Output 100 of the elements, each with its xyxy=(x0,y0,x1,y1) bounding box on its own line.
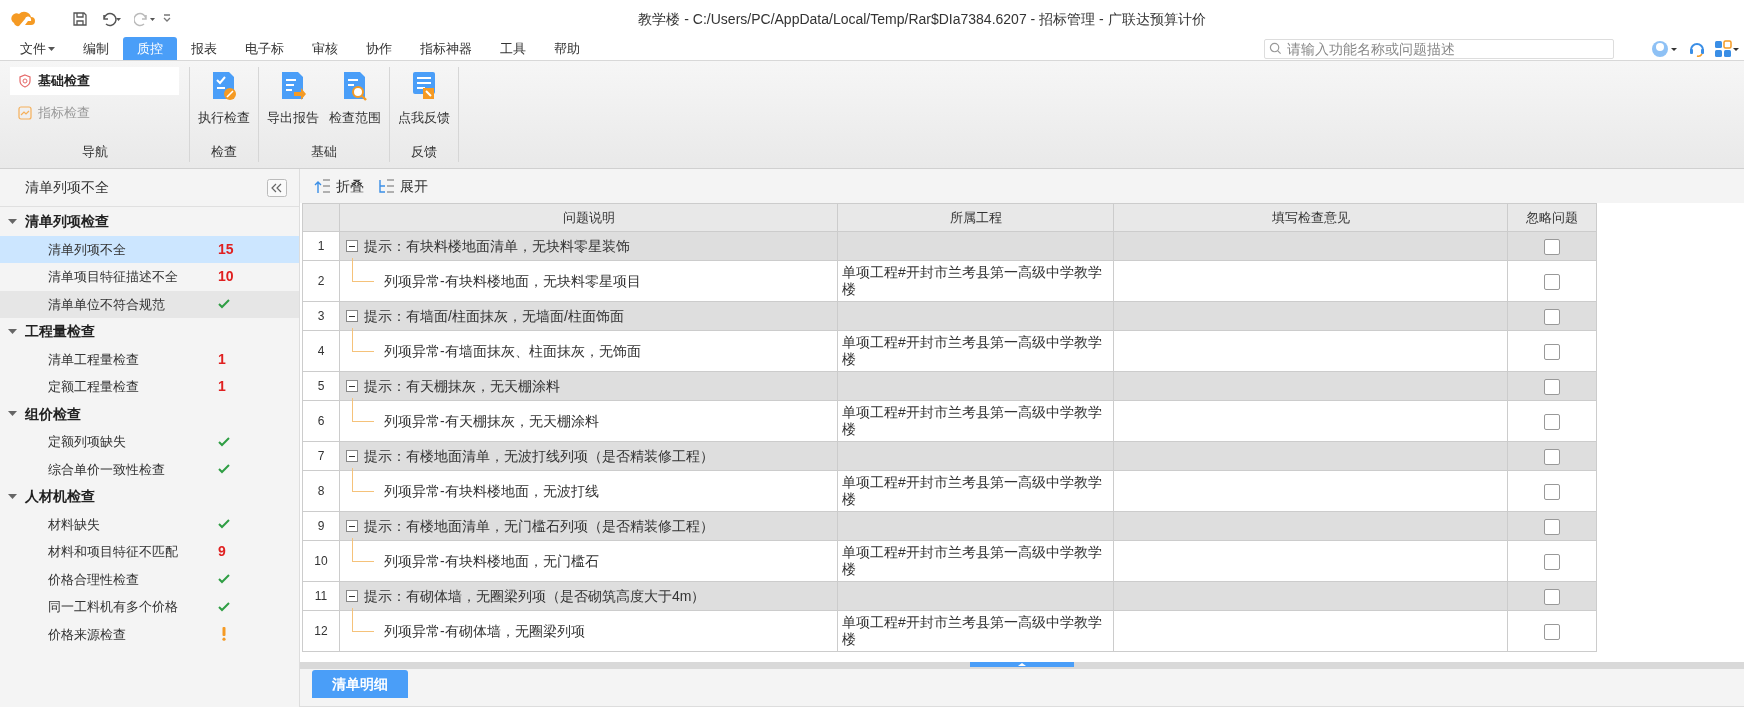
row-text: 提示：有块料楼地面清单，无块料零星装饰 xyxy=(364,236,630,256)
row-text: 列项异常-有天棚抹灰，无天棚涂料 xyxy=(384,411,599,431)
undo-icon[interactable] xyxy=(100,11,122,27)
checkmark-icon xyxy=(218,436,230,447)
tree-item[interactable]: 定额工程量检查 1 xyxy=(0,373,299,401)
search-field[interactable]: 请输入功能名称或问题描述 xyxy=(1264,39,1614,59)
ignore-checkbox[interactable] xyxy=(1544,588,1560,605)
menu-tab[interactable]: 审核 xyxy=(298,37,352,60)
expand-toggle-icon[interactable] xyxy=(346,520,358,532)
group-label: 检查 xyxy=(210,143,238,161)
tree-item[interactable]: 综合单价一致性检查 xyxy=(0,455,299,483)
support-headset-icon[interactable] xyxy=(1688,40,1706,58)
checkmark-icon xyxy=(218,601,230,612)
ignore-checkbox[interactable] xyxy=(1544,623,1560,640)
row-number: 11 xyxy=(302,581,340,611)
row-text: 提示：有墙面/柱面抹灰，无墙面/柱面饰面 xyxy=(364,306,624,326)
redo-icon[interactable] xyxy=(134,11,156,27)
menu-tab[interactable]: 文件 xyxy=(6,37,69,60)
checklist-document-icon xyxy=(210,70,238,102)
table-cell: 单项工程#开封市兰考县第一高级中学教学楼 xyxy=(842,264,1102,297)
group-label: 导航 xyxy=(80,143,109,161)
expand-toggle-icon[interactable] xyxy=(346,590,358,602)
ribbon-button[interactable]: 点我反馈 xyxy=(394,67,454,128)
shield-icon xyxy=(18,74,32,88)
nav-item[interactable]: 基础检查 xyxy=(10,67,179,95)
checkmark-icon xyxy=(218,574,230,585)
tree-item[interactable]: 材料和项目特征不匹配 9 xyxy=(0,538,299,566)
ignore-checkbox[interactable] xyxy=(1544,273,1560,290)
item-label: 价格合理性检查 xyxy=(48,570,140,589)
expand-rows-icon xyxy=(378,178,395,194)
row-text: 列项异常-有块料楼地面，无波打线 xyxy=(384,481,599,501)
checkmark-icon xyxy=(218,519,230,530)
table-cell: 单项工程#开封市兰考县第一高级中学教学楼 xyxy=(842,614,1102,647)
item-label: 清单项目特征描述不全 xyxy=(48,268,179,286)
splitter-handle-icon[interactable] xyxy=(970,662,1074,667)
menu-tab[interactable]: 指标神器 xyxy=(406,37,486,60)
item-label: 综合单价一致性检查 xyxy=(48,460,166,479)
tree-section[interactable]: 工程量检查 xyxy=(0,318,299,346)
app-logo-icon xyxy=(10,9,36,29)
column-header: 问题说明 xyxy=(339,203,838,232)
save-icon[interactable] xyxy=(72,11,88,27)
tree-item[interactable]: 同一工料机有多个价格 xyxy=(0,593,299,621)
expand-toggle-icon[interactable] xyxy=(346,450,358,462)
row-number: 9 xyxy=(302,511,340,541)
menu-tab[interactable]: 协作 xyxy=(352,37,406,60)
ribbon-button[interactable]: 检查范围 xyxy=(325,67,385,128)
ignore-checkbox[interactable] xyxy=(1544,518,1560,535)
ignore-checkbox[interactable] xyxy=(1544,413,1560,430)
tree-item[interactable]: 价格合理性检查 xyxy=(0,565,299,593)
caret-down-icon[interactable] xyxy=(8,328,17,335)
ignore-checkbox[interactable] xyxy=(1544,378,1560,395)
tree-section[interactable]: 组价检查 xyxy=(0,400,299,428)
expand-toggle-icon[interactable] xyxy=(346,310,358,322)
tree-item[interactable]: 清单工程量检查 1 xyxy=(0,345,299,373)
row-number: 7 xyxy=(302,441,340,471)
tree-line xyxy=(352,258,374,282)
menu-tab[interactable]: 电子标 xyxy=(231,37,298,60)
tree-line xyxy=(352,468,374,492)
tree-item[interactable]: 材料缺失 xyxy=(0,510,299,538)
toolbar-button[interactable]: 展开 xyxy=(378,175,428,197)
expand-toggle-icon[interactable] xyxy=(346,380,358,392)
row-text: 列项异常-有砌体墙，无圈梁列项 xyxy=(384,621,585,641)
caret-down-icon[interactable] xyxy=(8,411,17,418)
menu-tab[interactable]: 工具 xyxy=(486,37,540,60)
ignore-checkbox[interactable] xyxy=(1544,238,1560,255)
row-text: 列项异常-有墙面抹灰、柱面抹灰，无饰面 xyxy=(384,341,641,361)
apps-grid-icon[interactable] xyxy=(1714,40,1740,58)
row-text: 提示：有天棚抹灰，无天棚涂料 xyxy=(364,376,560,396)
document-search-icon xyxy=(341,70,369,102)
tree-section[interactable]: 清单列项检查 xyxy=(0,208,299,236)
row-text: 列项异常-有块料楼地面，无门槛石 xyxy=(384,551,599,571)
ignore-checkbox[interactable] xyxy=(1544,308,1560,325)
row-number: 2 xyxy=(302,260,340,302)
ignore-checkbox[interactable] xyxy=(1544,343,1560,360)
ribbon-button[interactable]: 执行检查 xyxy=(194,67,254,128)
ignore-checkbox[interactable] xyxy=(1544,553,1560,570)
tree-item[interactable]: 清单列项不全 15 xyxy=(0,235,299,263)
tree-item[interactable]: 清单单位不符合规范 xyxy=(0,290,299,318)
row-number: 12 xyxy=(302,610,340,652)
caret-down-icon[interactable] xyxy=(8,218,17,225)
collapse-panel-icon[interactable] xyxy=(267,178,287,197)
row-text: 提示：有楼地面清单，无波打线列项（是否精装修工程） xyxy=(364,446,714,466)
item-label: 清单列项不全 xyxy=(48,240,127,259)
menu-tab[interactable]: 报表 xyxy=(177,37,231,60)
menu-tab[interactable]: 编制 xyxy=(69,37,123,60)
user-avatar-icon[interactable] xyxy=(1650,40,1680,58)
menu-tab[interactable]: 帮助 xyxy=(540,37,594,60)
tree-item[interactable]: 价格来源检查 xyxy=(0,620,299,648)
tree-item[interactable]: 清单项目特征描述不全 10 xyxy=(0,263,299,291)
ribbon-button[interactable]: 导出报告 xyxy=(263,67,323,128)
tree-line xyxy=(352,328,374,352)
tree-section[interactable]: 人材机检查 xyxy=(0,483,299,511)
expand-toggle-icon[interactable] xyxy=(346,240,358,252)
caret-down-icon[interactable] xyxy=(8,493,17,500)
group-label: 反馈 xyxy=(410,143,438,161)
tree-item[interactable]: 定额列项缺失 xyxy=(0,428,299,456)
ignore-checkbox[interactable] xyxy=(1544,483,1560,500)
group-label: 基础 xyxy=(310,143,338,161)
ignore-checkbox[interactable] xyxy=(1544,448,1560,465)
toolbar-button[interactable]: 折叠 xyxy=(314,175,364,197)
